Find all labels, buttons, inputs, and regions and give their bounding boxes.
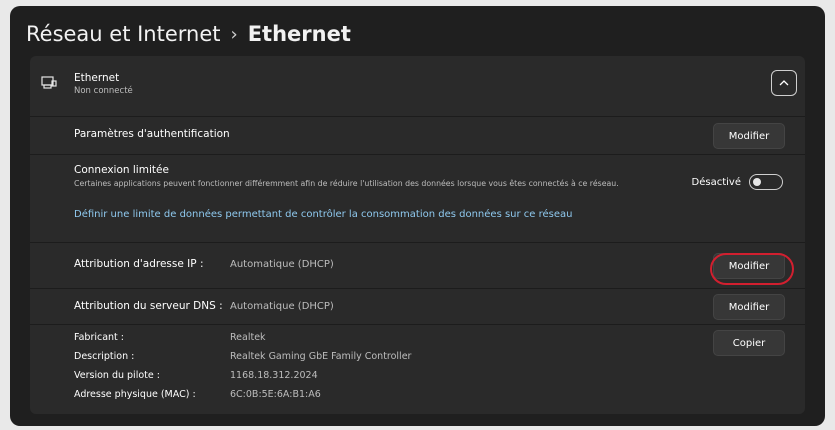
description-label: Description :	[74, 351, 135, 362]
breadcrumb: Réseau et Internet › Ethernet	[26, 16, 351, 52]
ip-value: Automatique (DHCP)	[230, 259, 334, 270]
metered-toggle[interactable]	[749, 174, 783, 190]
breadcrumb-parent[interactable]: Réseau et Internet	[26, 22, 221, 46]
metered-row: Connexion limitée Certaines applications…	[30, 154, 805, 242]
chevron-up-icon[interactable]	[771, 70, 797, 96]
ethernet-card: Ethernet Non connecté Paramètres d'authe…	[30, 56, 805, 414]
highlight-circle	[710, 253, 794, 285]
auth-row: Paramètres d'authentification Modifier	[30, 116, 805, 154]
dns-label: Attribution du serveur DNS :	[74, 300, 223, 312]
metered-status: Désactivé	[691, 176, 741, 188]
driver-version-label: Version du pilote :	[74, 370, 160, 381]
settings-window: Réseau et Internet › Ethernet Ethernet N…	[10, 6, 825, 426]
details-row: Fabricant : Realtek Description : Realte…	[30, 324, 805, 410]
mac-address-label: Adresse physique (MAC) :	[74, 389, 196, 400]
dns-row: Attribution du serveur DNS : Automatique…	[30, 288, 805, 324]
manufacturer-value: Realtek	[230, 332, 266, 343]
description-value: Realtek Gaming GbE Family Controller	[230, 351, 412, 362]
ethernet-title: Ethernet	[74, 72, 120, 84]
ip-label: Attribution d'adresse IP :	[74, 258, 204, 270]
auth-modify-button[interactable]: Modifier	[713, 123, 785, 149]
dns-modify-button[interactable]: Modifier	[713, 294, 785, 320]
driver-version-value: 1168.18.312.2024	[230, 370, 318, 381]
manufacturer-label: Fabricant :	[74, 332, 125, 343]
ethernet-header[interactable]: Ethernet Non connecté	[30, 56, 805, 116]
mac-address-value: 6C:0B:5E:6A:B1:A6	[230, 389, 321, 400]
ethernet-icon	[41, 75, 57, 89]
data-limit-link[interactable]: Définir une limite de données permettant…	[74, 209, 573, 220]
dns-value: Automatique (DHCP)	[230, 301, 334, 312]
page-title: Ethernet	[247, 22, 351, 46]
metered-toggle-group: Désactivé	[692, 172, 783, 192]
metered-description: Certaines applications peuvent fonctionn…	[74, 179, 619, 188]
metered-label: Connexion limitée	[74, 164, 169, 176]
toggle-knob	[753, 178, 761, 186]
auth-label: Paramètres d'authentification	[74, 128, 230, 140]
ethernet-status: Non connecté	[74, 86, 133, 96]
copy-button[interactable]: Copier	[713, 330, 785, 356]
ip-row: Attribution d'adresse IP : Automatique (…	[30, 242, 805, 288]
breadcrumb-separator: ›	[230, 23, 238, 45]
